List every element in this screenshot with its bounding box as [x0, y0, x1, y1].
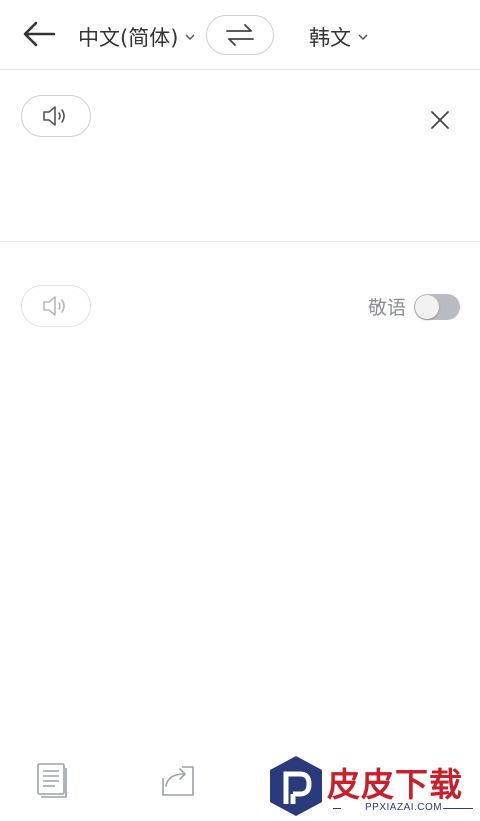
- watermark-rule-right: [443, 808, 473, 809]
- source-speak-button[interactable]: [21, 95, 91, 137]
- back-button[interactable]: [22, 18, 62, 50]
- watermark-subtitle: PPXIAZAI.COM: [365, 802, 443, 813]
- arrow-left-icon: [23, 21, 56, 47]
- speaker-icon: [43, 296, 65, 316]
- source-text-panel[interactable]: [0, 71, 480, 242]
- chevron-down-icon: [184, 31, 196, 43]
- source-language-selector[interactable]: 中文(简体): [78, 22, 196, 52]
- watermark: 皮皮下载 PPXIAZAI.COM: [267, 752, 477, 818]
- honorific-setting: 敬语: [368, 293, 461, 320]
- clear-input-button[interactable]: [426, 106, 454, 134]
- chevron-down-icon: [357, 31, 369, 43]
- swap-languages-button[interactable]: [206, 15, 274, 55]
- watermark-rule-left: [333, 808, 341, 809]
- copy-document-icon: [37, 763, 67, 798]
- bottom-toolbar: 皮皮下载 PPXIAZAI.COM: [0, 740, 480, 821]
- watermark-title: 皮皮下载: [327, 765, 463, 804]
- share-icon: [162, 766, 194, 796]
- honorific-toggle[interactable]: [414, 293, 461, 320]
- translation-panel: 敬语: [0, 243, 480, 723]
- swap-arrows-icon: [226, 24, 254, 46]
- top-bar: 中文(简体) 韩文: [0, 0, 480, 70]
- copy-button[interactable]: [34, 762, 70, 800]
- target-language-selector[interactable]: 韩文: [309, 22, 369, 52]
- toggle-knob: [415, 294, 440, 319]
- source-language-label: 中文(简体): [78, 26, 179, 50]
- share-button[interactable]: [160, 762, 196, 800]
- translation-speak-button[interactable]: [21, 285, 91, 327]
- honorific-label: 敬语: [368, 297, 407, 319]
- speaker-icon: [43, 106, 65, 126]
- watermark-logo-icon: [270, 756, 322, 816]
- close-icon: [431, 111, 449, 129]
- target-language-label: 韩文: [309, 26, 351, 50]
